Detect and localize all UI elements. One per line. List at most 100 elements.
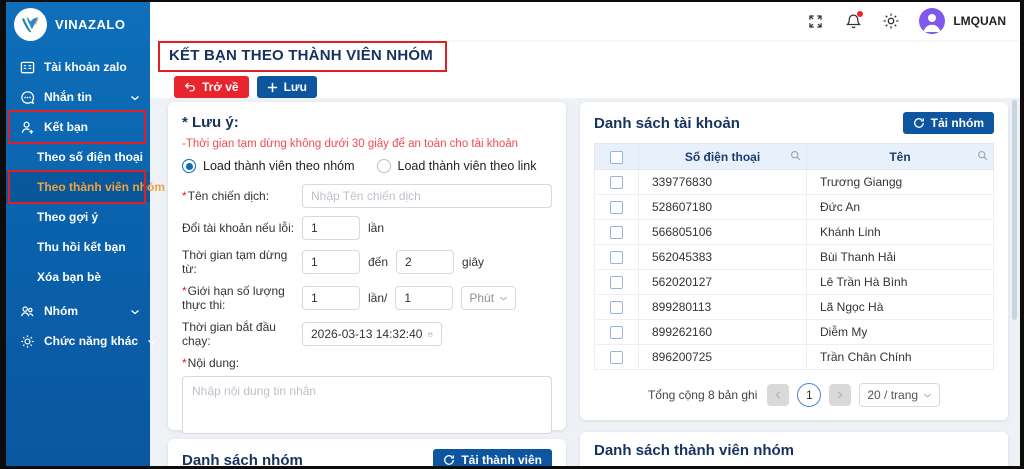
chevron-down-icon [147,336,157,346]
name-cell: Trương Giangg [807,170,994,195]
pause-from-input[interactable] [302,250,360,274]
search-icon[interactable] [790,150,801,164]
reload-members-button[interactable]: Tải thành viên [433,449,552,466]
brand[interactable]: VINAZALO [6,2,150,46]
page-actions: Trở về Lưu [174,76,1020,98]
sidebar-item-label: Theo gợi ý [37,210,140,224]
row-checkbox[interactable] [610,226,623,239]
back-button[interactable]: Trở về [174,76,249,98]
sidebar-nav: Tài khoản zalo Nhắn tin Kết bạn Theo số … [6,46,150,356]
name-cell: Lã Ngọc Hà [807,295,994,320]
radio-load-theo-nhom[interactable]: Load thành viên theo nhóm [182,159,355,173]
accounts-title: Danh sách tài khoản [594,115,740,132]
sidebar-item-nhan-tin[interactable]: Nhắn tin [6,82,150,112]
groups-card: Danh sách nhóm Tải thành viên [168,439,566,466]
sidebar-item-tai-khoan-zalo[interactable]: Tài khoản zalo [6,52,150,82]
pause-to-input[interactable] [396,250,454,274]
name-cell: Lê Trần Hà Bình [807,270,994,295]
gear-icon[interactable] [881,11,901,31]
sidebar-item-theo-so-dien-thoai[interactable]: Theo số điện thoại [6,142,150,172]
phone-cell: 896200725 [639,345,807,370]
chevron-down-icon [130,306,140,316]
members-card: Danh sách thành viên nhóm [580,432,1008,466]
campaign-name-input[interactable] [302,184,552,208]
row-checkbox[interactable] [610,276,623,289]
save-button[interactable]: Lưu [257,76,317,98]
row-checkbox[interactable] [610,301,623,314]
phone-cell: 562045383 [639,245,807,270]
refresh-icon [913,117,925,129]
current-page-button[interactable]: 1 [797,383,821,407]
start-time-picker[interactable]: 2026-03-13 14:32:40 [302,322,442,346]
chevron-down-icon [130,92,140,102]
table-row[interactable]: 562020127 Lê Trần Hà Bình [595,270,994,295]
sidebar-item-theo-thanh-vien-nhom[interactable]: Theo thành viên nhóm [6,172,150,202]
row-checkbox[interactable] [610,201,623,214]
reload-groups-label: Tải nhóm [931,116,984,130]
sidebar-item-ket-ban[interactable]: Kết bạn [6,112,150,142]
table-row[interactable]: 528607180 Đức An [595,195,994,220]
limit-unit-select[interactable]: Phút [461,286,516,310]
note-title: * Lưu ý: [182,114,552,131]
sidebar-item-label: Theo thành viên nhóm [37,180,165,194]
radio-load-theo-link[interactable]: Load thành viên theo link [377,159,537,173]
radio-unchecked-icon [377,159,391,173]
row-checkbox[interactable] [610,351,623,364]
sidebar-item-label: Nhắn tin [44,90,121,104]
select-all-checkbox[interactable] [610,151,623,164]
reload-groups-button[interactable]: Tải nhóm [903,112,994,134]
sidebar-item-label: Theo số điện thoại [37,150,143,164]
pause-to-label: đến [368,255,388,269]
phone-cell: 899262160 [639,320,807,345]
limit-per-input[interactable] [395,286,453,310]
radio-checked-icon [182,159,196,173]
pause-time-row: Thời gian tạm dừng từ: đến giây [182,248,552,276]
sidebar-item-label: Tài khoản zalo [44,60,140,74]
next-page-button[interactable] [829,384,851,406]
pause-unit-label: giây [462,255,484,269]
sidebar-item-theo-goi-y[interactable]: Theo gợi ý [6,202,150,232]
pagination: Tổng cộng 8 bản ghi 1 20 / trang [594,383,994,407]
id-card-icon [19,59,35,75]
table-row[interactable]: 896200725 Trần Chân Chính [595,345,994,370]
pause-time-label: Thời gian tạm dừng từ: [182,248,302,276]
content-label-row: *Nội dung: [182,356,552,370]
search-icon[interactable] [977,150,988,164]
table-row[interactable]: 339776830 Trương Giangg [595,170,994,195]
sidebar-item-nhom[interactable]: Nhóm [6,296,150,326]
name-cell: Diễm My [807,320,994,345]
user-menu[interactable]: LMQUAN [919,8,1006,34]
row-checkbox[interactable] [610,176,623,189]
phone-cell: 562020127 [639,270,807,295]
switch-account-input[interactable] [302,216,360,240]
page-size-select[interactable]: 20 / trang [859,383,940,407]
pagination-total: Tổng cộng 8 bản ghi [648,388,757,402]
table-row[interactable]: 899262160 Diễm My [595,320,994,345]
fullscreen-icon[interactable] [805,11,825,31]
prev-page-button[interactable] [767,384,789,406]
chevron-down-icon [923,391,932,400]
message-icon [19,89,35,105]
calendar-icon [428,328,433,341]
row-checkbox[interactable] [610,251,623,264]
limit-count-input[interactable] [302,286,360,310]
select-all-cell [595,144,639,170]
sidebar-item-xoa-ban-be[interactable]: Xóa bạn bè [6,262,150,292]
table-row[interactable]: 562045383 Bùi Thanh Hải [595,245,994,270]
row-checkbox[interactable] [610,326,623,339]
notification-badge [857,11,863,17]
table-row[interactable]: 899280113 Lã Ngọc Hà [595,295,994,320]
message-content-textarea[interactable] [182,376,552,434]
sidebar-item-thu-hoi-ket-ban[interactable]: Thu hồi kết bạn [6,232,150,262]
plus-icon [267,82,278,93]
chevron-down-icon [499,294,508,303]
table-row[interactable]: 566805106 Khánh Linh [595,220,994,245]
sidebar-item-chuc-nang-khac[interactable]: Chức năng khác [6,326,150,356]
vertical-scrollbar[interactable] [1012,100,1017,320]
topbar: LMQUAN [150,2,1020,40]
name-cell: Bùi Thanh Hải [807,245,994,270]
start-time-row: Thời gian bắt đầu chạy: 2026-03-13 14:32… [182,320,552,348]
brand-name: VINAZALO [55,17,125,32]
sidebar-item-label: Nhóm [44,304,121,318]
bell-icon[interactable] [843,11,863,31]
